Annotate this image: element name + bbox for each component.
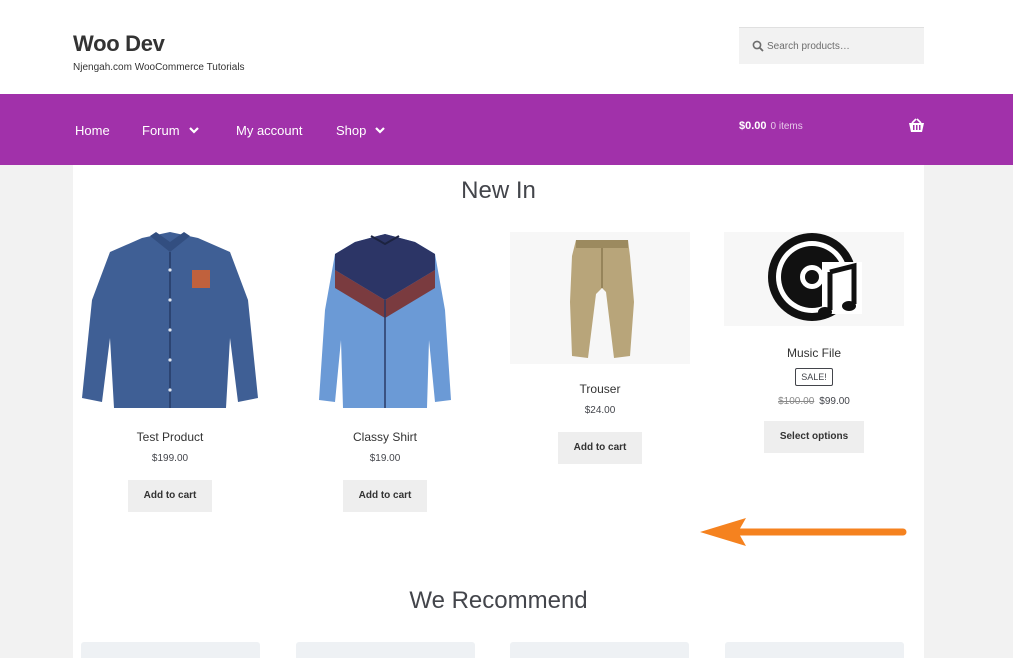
product-title[interactable]: Test Product: [80, 430, 260, 444]
nav-item-label: Forum: [142, 123, 180, 138]
add-to-cart-button[interactable]: Add to cart: [342, 480, 428, 512]
product-card: Test Product $199.00 Add to cart: [80, 230, 260, 512]
product-image[interactable]: [80, 230, 260, 412]
blue-shirt-image: [82, 232, 258, 408]
basket-icon[interactable]: [908, 118, 925, 133]
nav-item-my-account[interactable]: My account: [236, 123, 302, 138]
recommended-product-card[interactable]: [725, 642, 904, 658]
music-disc-icon: [768, 233, 862, 321]
sale-badge: SALE!: [795, 368, 833, 386]
nav-item-label: Home: [75, 123, 110, 138]
primary-navigation: Home Forum My account Shop $0.00 0 items: [0, 94, 1013, 165]
section-title-we-recommend: We Recommend: [409, 587, 588, 614]
product-title[interactable]: Trouser: [510, 382, 690, 396]
product-price: $100.00 $99.00: [724, 396, 904, 407]
site-description: Njengah.com WooCommerce Tutorials: [73, 62, 245, 73]
product-price: $19.00: [369, 453, 401, 464]
cart-total: $0.00: [739, 120, 767, 132]
add-to-cart-button[interactable]: Add to cart: [127, 480, 213, 512]
chevron-shirt-image: [319, 234, 451, 408]
product-price: $24.00: [584, 405, 616, 416]
chevron-down-icon[interactable]: [188, 127, 199, 134]
cart-summary[interactable]: $0.00 0 items: [739, 120, 803, 132]
section-title-new-in: New In: [461, 177, 536, 204]
search-icon: [752, 40, 764, 52]
nav-item-forum[interactable]: Forum: [142, 123, 199, 138]
khaki-trouser-image: [570, 240, 634, 358]
product-price: $199.00: [151, 453, 189, 464]
product-title[interactable]: Classy Shirt: [295, 430, 475, 444]
main-content: New In Test Product $199.00 Add to cart: [73, 165, 924, 658]
product-card: Classy Shirt $19.00 Add to cart: [295, 230, 475, 512]
nav-item-shop[interactable]: Shop: [336, 123, 386, 138]
recommended-product-card[interactable]: [296, 642, 475, 658]
chevron-down-icon[interactable]: [375, 127, 386, 134]
nav-item-label: Shop: [336, 123, 367, 138]
recommended-product-card[interactable]: [81, 642, 260, 658]
product-title[interactable]: Music File: [724, 346, 904, 360]
nav-item-label: My account: [236, 123, 303, 138]
recommended-product-card[interactable]: [510, 642, 689, 658]
product-image[interactable]: [295, 230, 475, 412]
nav-item-home[interactable]: Home: [75, 123, 110, 138]
site-header: Woo Dev Njengah.com WooCommerce Tutorial…: [0, 0, 1013, 94]
product-card: Music File SALE! $100.00 $99.00 Select op…: [724, 232, 904, 453]
select-options-button[interactable]: Select options: [763, 421, 865, 453]
annotation-arrow: [700, 518, 907, 546]
search-box: [739, 27, 924, 64]
search-input[interactable]: [767, 28, 917, 64]
product-image[interactable]: [724, 232, 904, 326]
sale-price: $99.00: [819, 396, 850, 407]
add-to-cart-button[interactable]: Add to cart: [557, 432, 643, 464]
product-image[interactable]: [510, 232, 690, 364]
product-card: Trouser $24.00 Add to cart: [510, 232, 690, 464]
site-title[interactable]: Woo Dev: [73, 31, 165, 57]
cart-count: 0 items: [770, 121, 803, 132]
regular-price: $100.00: [778, 396, 815, 407]
